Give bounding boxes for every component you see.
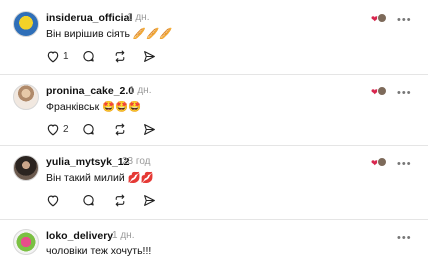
repost-button[interactable] [113, 193, 127, 207]
more-dots-icon[interactable]: ••• [397, 232, 412, 244]
comment-username[interactable]: insiderua_official [46, 12, 132, 24]
like-button[interactable] [46, 193, 63, 207]
repost-arrows-icon [115, 123, 125, 135]
comment-text: Він такий милий 💋💋 [46, 172, 154, 184]
like-button[interactable]: 2 [46, 122, 69, 136]
comment-username[interactable]: yulia_mytsyk_12 [46, 156, 129, 168]
send-paper-plane-icon [144, 194, 155, 206]
comment-time[interactable]: 1 дн. [129, 85, 151, 96]
avatar[interactable] [13, 229, 39, 255]
repost-button[interactable] [113, 122, 127, 136]
repost-button[interactable] [113, 49, 127, 63]
avatar[interactable] [13, 84, 39, 110]
comment-username[interactable]: pronina_cake_2.0 [46, 85, 134, 97]
liked-by-indicator[interactable]: ❤ [371, 157, 387, 169]
comment-item: pronina_cake_2.0 1 дн. Франківськ 🤩🤩🤩 ❤ … [0, 84, 428, 154]
comment-text: Він вирішив сіять 🥖🥖🥖 [46, 28, 173, 40]
repost-arrows-icon [115, 194, 125, 206]
comment-item: loko_delivery 1 дн. чоловіки теж хочуть!… [0, 229, 428, 256]
heart-outline-icon [47, 124, 59, 135]
reply-button[interactable] [82, 193, 95, 207]
like-count: 2 [63, 123, 69, 135]
comment-item: yulia_mytsyk_12 23 год Він такий милий 💋… [0, 155, 428, 225]
comment-time[interactable]: 1 дн. [112, 230, 134, 241]
divider [0, 219, 428, 220]
comment-text: Франківськ 🤩🤩🤩 [46, 101, 142, 113]
comment-username[interactable]: loko_delivery [46, 230, 113, 242]
share-button[interactable] [143, 49, 156, 63]
heart-outline-icon [47, 51, 59, 62]
liked-by-indicator[interactable]: ❤ [371, 13, 387, 25]
reactor-avatar [377, 86, 387, 96]
send-paper-plane-icon [144, 123, 155, 135]
share-button[interactable] [143, 122, 156, 136]
avatar[interactable] [13, 155, 39, 181]
heart-outline-icon [47, 195, 59, 206]
divider [0, 145, 428, 146]
avatar[interactable] [13, 11, 39, 37]
comment-item: insiderua_official 1 дн. Він вирішив сія… [0, 11, 428, 81]
speech-bubble-icon [83, 123, 94, 135]
reply-button[interactable] [82, 49, 95, 63]
reactor-avatar [377, 13, 387, 23]
liked-by-indicator[interactable]: ❤ [371, 86, 387, 98]
speech-bubble-icon [83, 50, 94, 62]
reply-button[interactable] [82, 122, 95, 136]
speech-bubble-icon [83, 194, 94, 206]
comment-time[interactable]: 23 год [122, 156, 151, 167]
comment-text: чоловіки теж хочуть!!! [46, 245, 152, 256]
more-dots-icon[interactable]: ••• [397, 14, 412, 26]
comment-time[interactable]: 1 дн. [127, 12, 149, 23]
repost-arrows-icon [115, 50, 125, 62]
like-count: 1 [63, 50, 69, 62]
more-dots-icon[interactable]: ••• [397, 158, 412, 170]
like-button[interactable]: 1 [46, 49, 69, 63]
send-paper-plane-icon [144, 50, 155, 62]
more-dots-icon[interactable]: ••• [397, 87, 412, 99]
reactor-avatar [377, 157, 387, 167]
divider [0, 74, 428, 75]
share-button[interactable] [143, 193, 156, 207]
